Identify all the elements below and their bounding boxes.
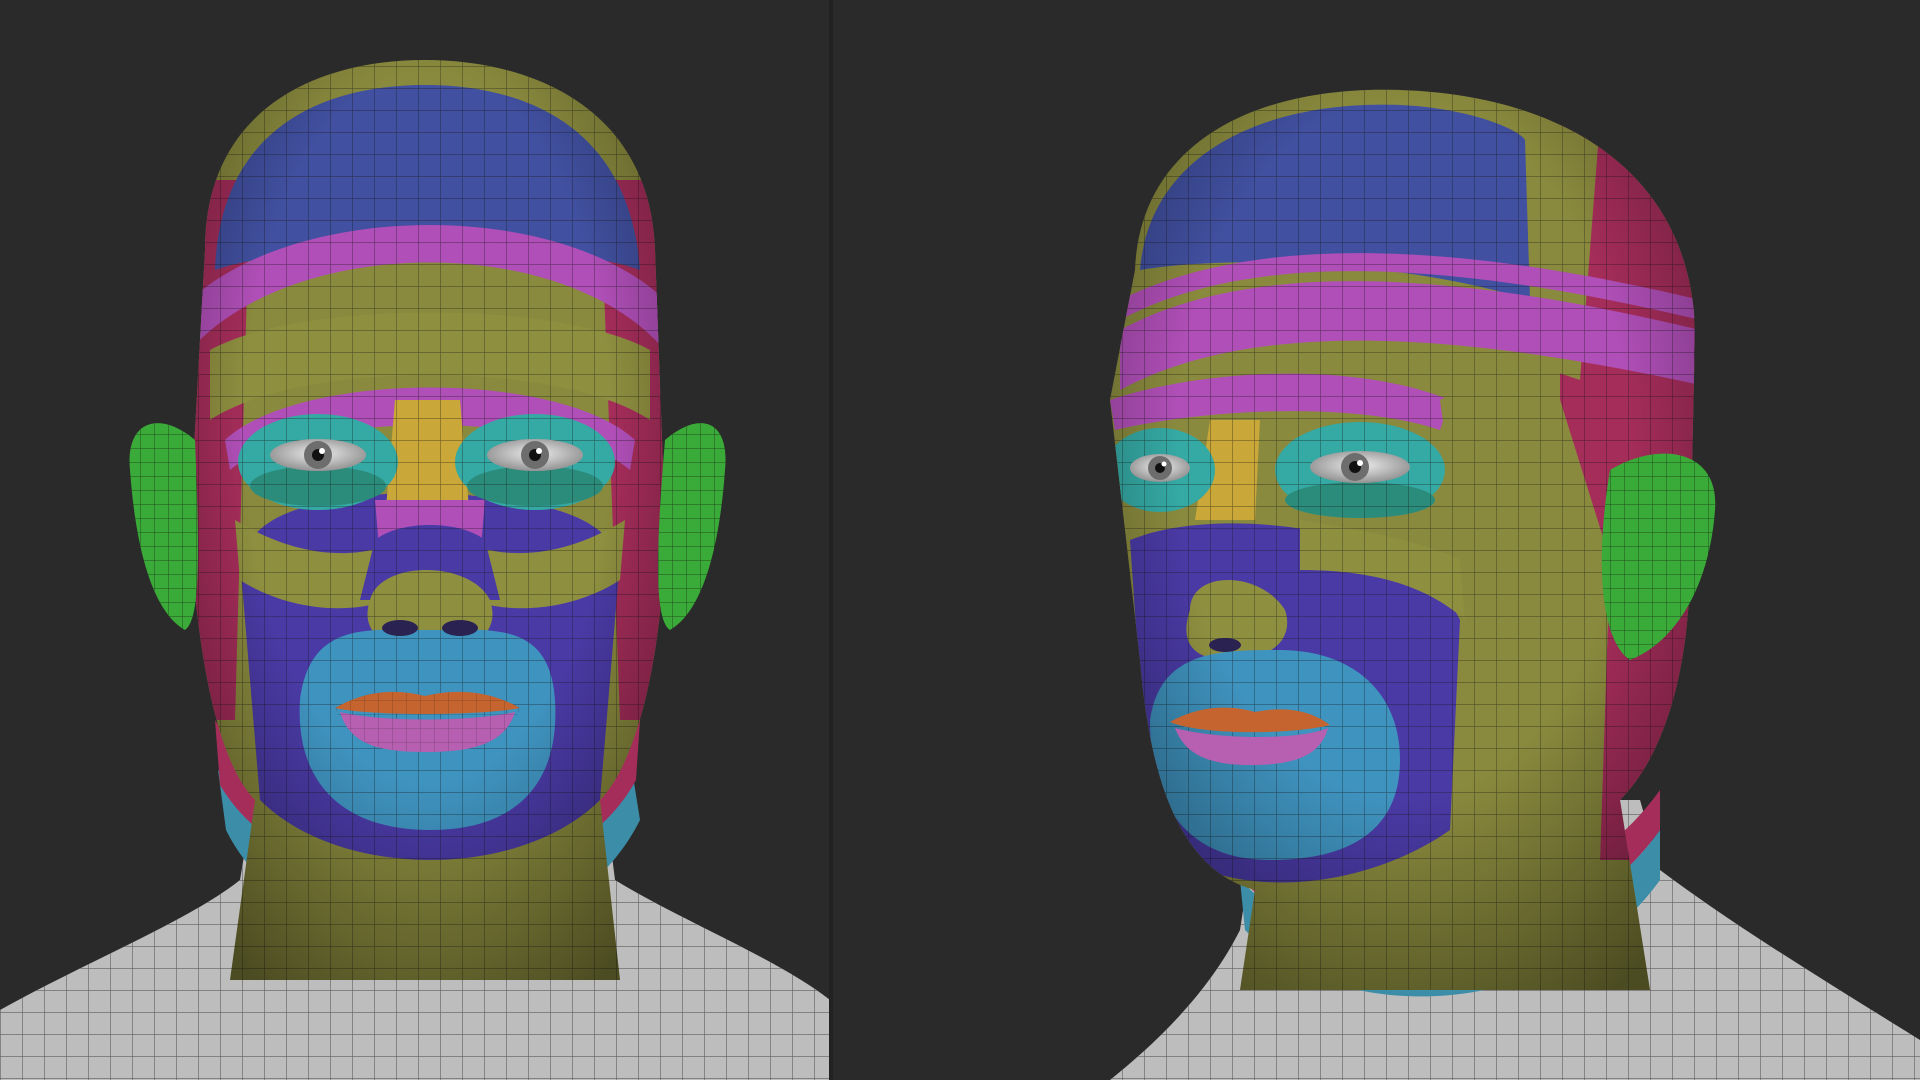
view-divider bbox=[829, 0, 833, 1080]
three-quarter-view bbox=[1110, 89, 1920, 1080]
front-view bbox=[0, 60, 830, 1080]
scene-canvas bbox=[0, 0, 1920, 1080]
viewport bbox=[0, 0, 1920, 1080]
